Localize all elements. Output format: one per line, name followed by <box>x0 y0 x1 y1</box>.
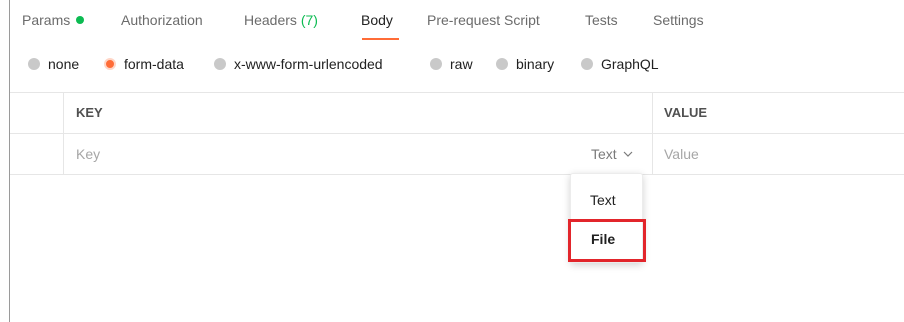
radio-circle-icon <box>214 58 226 70</box>
key-input[interactable]: Key <box>76 146 100 162</box>
radio-circle-icon <box>430 58 442 70</box>
dropdown-option-file-label: File <box>591 231 616 247</box>
tab-label: Headers <box>244 12 297 28</box>
tab-label: Tests <box>585 12 618 28</box>
tab-body[interactable]: Body <box>361 12 393 28</box>
tab-label: Body <box>361 12 393 28</box>
radio-form-data[interactable]: form-data <box>104 56 184 72</box>
type-dropdown-menu: Text File <box>568 173 646 263</box>
params-status-dot-icon <box>76 16 85 24</box>
tab-label: Authorization <box>121 12 203 28</box>
radio-circle-icon <box>581 58 593 70</box>
key-type-select[interactable]: Text <box>591 146 633 162</box>
tab-label: Params <box>22 12 71 28</box>
radio-binary[interactable]: binary <box>496 56 554 72</box>
radio-label: binary <box>516 56 555 72</box>
radio-none[interactable]: none <box>28 56 79 72</box>
radio-label: raw <box>450 56 473 72</box>
request-tabs: Params Authorization Headers (7) Body Pr… <box>10 0 904 40</box>
radio-label: GraphQL <box>601 56 659 72</box>
request-panel: Params Authorization Headers (7) Body Pr… <box>9 0 904 322</box>
column-divider <box>63 93 64 133</box>
radio-label: none <box>48 56 80 72</box>
column-header-key: KEY <box>76 105 103 120</box>
form-data-table: KEY VALUE Key Text Value <box>10 92 904 175</box>
tab-params[interactable]: Params <box>22 12 85 28</box>
tab-headers[interactable]: Headers (7) <box>244 12 318 28</box>
dropdown-option-text[interactable]: Text <box>571 192 642 208</box>
radio-circle-icon <box>28 58 40 70</box>
column-divider <box>652 93 653 133</box>
tab-pre-request-script[interactable]: Pre-request Script <box>427 12 540 28</box>
table-row: Key Text Value <box>10 133 904 175</box>
radio-raw[interactable]: raw <box>430 56 473 72</box>
column-header-value: VALUE <box>664 105 708 120</box>
body-type-selector: none form-data x-www-form-urlencoded raw… <box>10 56 904 78</box>
tab-tests[interactable]: Tests <box>585 12 618 28</box>
headers-count: (7) <box>300 12 318 28</box>
tab-label: Settings <box>653 12 704 28</box>
dropdown-option-file[interactable]: File <box>568 219 646 262</box>
active-tab-indicator <box>362 38 399 40</box>
column-divider <box>63 134 64 174</box>
radio-label: form-data <box>124 56 184 72</box>
value-input[interactable]: Value <box>664 146 699 162</box>
radio-x-www-form-urlencoded[interactable]: x-www-form-urlencoded <box>214 56 383 72</box>
tab-authorization[interactable]: Authorization <box>121 12 203 28</box>
table-header-row: KEY VALUE <box>10 92 904 133</box>
radio-graphql[interactable]: GraphQL <box>581 56 659 72</box>
radio-label: x-www-form-urlencoded <box>234 56 383 72</box>
radio-checked-icon <box>104 58 116 70</box>
column-divider <box>652 134 653 174</box>
tab-label: Pre-request Script <box>427 12 540 28</box>
radio-circle-icon <box>496 58 508 70</box>
chevron-down-icon <box>623 151 633 157</box>
key-type-label: Text <box>591 146 617 162</box>
tab-settings[interactable]: Settings <box>653 12 704 28</box>
